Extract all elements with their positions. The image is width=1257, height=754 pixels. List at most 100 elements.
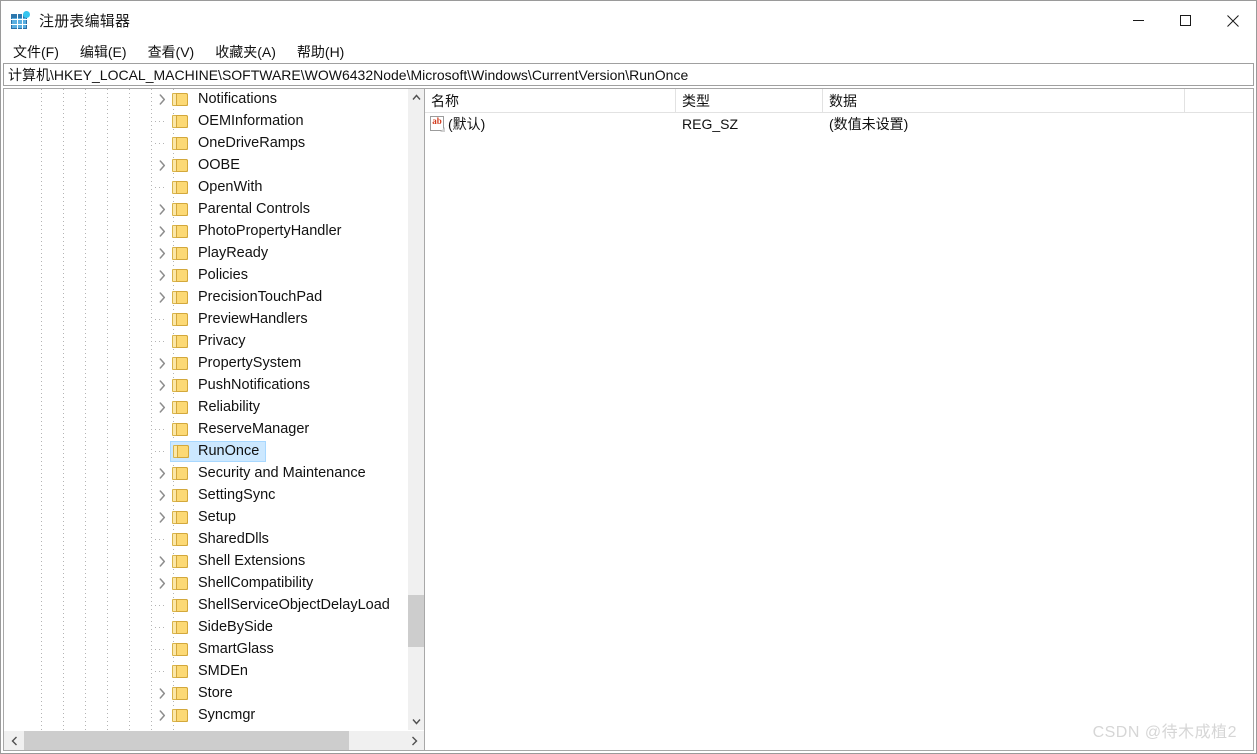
menu-favorites[interactable]: 收藏夹(A) (212, 40, 284, 64)
chevron-right-icon[interactable] (154, 465, 170, 481)
tree-item-runonce[interactable]: RunOnce (154, 440, 267, 462)
tree-item-security-and-maintenance[interactable]: Security and Maintenance (154, 462, 369, 484)
menu-view[interactable]: 查看(V) (145, 40, 203, 64)
chevron-right-icon[interactable] (154, 91, 170, 107)
tree-item-label: Reliability (198, 399, 261, 415)
tree-item-settingsync[interactable]: SettingSync (154, 484, 278, 506)
tree-item-label: Privacy (198, 333, 246, 349)
tree-item-label: SMDEn (198, 663, 248, 679)
watermark: CSDN @待木成植2 (1092, 724, 1237, 741)
menu-file[interactable]: 文件(F) (10, 40, 67, 64)
tree-indent-guide (41, 89, 42, 730)
values-list: ab (默认) REG_SZ (数值未设置) (425, 113, 1253, 750)
chevron-right-icon[interactable] (154, 553, 170, 569)
window-title: 注册表编辑器 (39, 13, 131, 30)
menu-help[interactable]: 帮助(H) (294, 40, 352, 64)
minimize-button[interactable] (1115, 1, 1162, 40)
tree-item-previewhandlers[interactable]: PreviewHandlers (154, 308, 311, 330)
column-header-type[interactable]: 类型 (676, 89, 823, 113)
tree-item-pushnotifications[interactable]: PushNotifications (154, 374, 313, 396)
chevron-right-icon[interactable] (154, 399, 170, 415)
tree-item-privacy[interactable]: Privacy (154, 330, 249, 352)
tree-item-smden[interactable]: SMDEn (154, 660, 251, 682)
chevron-right-icon[interactable] (154, 267, 170, 283)
tree-item-shareddlls[interactable]: SharedDlls (154, 528, 272, 550)
address-bar-container: 计算机\HKEY_LOCAL_MACHINE\SOFTWARE\WOW6432N… (1, 63, 1256, 88)
folder-icon (172, 686, 189, 701)
tree-item-playready[interactable]: PlayReady (154, 242, 271, 264)
column-header-data[interactable]: 数据 (823, 89, 1185, 113)
folder-icon (172, 136, 189, 151)
folder-icon (172, 114, 189, 129)
chevron-right-icon[interactable] (154, 707, 170, 723)
tree-item-shell-extensions[interactable]: Shell Extensions (154, 550, 308, 572)
chevron-right-icon[interactable] (154, 487, 170, 503)
registry-tree-pane: Notifications OEMInformation OneDriveRamps… (3, 88, 425, 751)
tree-item-label: OpenWith (198, 179, 263, 195)
folder-icon (172, 224, 189, 239)
chevron-right-icon[interactable] (154, 245, 170, 261)
tree-connector-line (154, 443, 170, 459)
tree-item-onedriveramps[interactable]: OneDriveRamps (154, 132, 308, 154)
folder-icon (172, 378, 189, 393)
chevron-right-icon[interactable] (154, 509, 170, 525)
scroll-down-icon[interactable] (408, 713, 424, 730)
tree-vertical-scrollbar[interactable] (407, 89, 424, 730)
tree-item-store[interactable]: Store (154, 682, 236, 704)
tree-item-label: Policies (198, 267, 248, 283)
maximize-button[interactable] (1162, 1, 1209, 40)
tree-connector-line (154, 311, 170, 327)
tree-item-sidebyside[interactable]: SideBySide (154, 616, 276, 638)
tree-item-label: PropertySystem (198, 355, 302, 371)
table-row[interactable]: ab (默认) REG_SZ (数值未设置) (425, 113, 1253, 135)
chevron-right-icon[interactable] (154, 201, 170, 217)
scroll-right-icon[interactable] (404, 731, 424, 750)
tree-item-syncmgr[interactable]: Syncmgr (154, 704, 258, 726)
tree-item-reservemanager[interactable]: ReserveManager (154, 418, 312, 440)
chevron-right-icon[interactable] (154, 575, 170, 591)
tree-viewport: Notifications OEMInformation OneDriveRamps… (4, 89, 407, 730)
folder-icon (172, 356, 189, 371)
tree-item-openwith[interactable]: OpenWith (154, 176, 265, 198)
menu-edit[interactable]: 编辑(E) (77, 40, 135, 64)
tree-vscroll-track[interactable] (408, 106, 424, 713)
chevron-right-icon[interactable] (154, 685, 170, 701)
tree-connector-line (154, 421, 170, 437)
tree-horizontal-scrollbar[interactable] (4, 730, 424, 750)
tree-item-notifications[interactable]: Notifications (154, 89, 280, 110)
tree-item-parental-controls[interactable]: Parental Controls (154, 198, 313, 220)
tree-item-precisiontouchpad[interactable]: PrecisionTouchPad (154, 286, 325, 308)
chevron-right-icon[interactable] (154, 223, 170, 239)
tree-item-reliability[interactable]: Reliability (154, 396, 263, 418)
menu-bar: 文件(F) 编辑(E) 查看(V) 收藏夹(A) 帮助(H) (1, 40, 1256, 63)
registry-editor-icon (10, 10, 30, 31)
folder-icon (172, 180, 189, 195)
value-name-text: (默认) (448, 116, 486, 132)
chevron-right-icon[interactable] (154, 377, 170, 393)
tree-item-setup[interactable]: Setup (154, 506, 239, 528)
scroll-left-icon[interactable] (4, 731, 24, 750)
scroll-up-icon[interactable] (408, 89, 424, 106)
tree-hscroll-track[interactable] (24, 731, 404, 750)
tree-connector-line (154, 179, 170, 195)
tree-indent-guide (151, 89, 152, 730)
tree-item-propertysystem[interactable]: PropertySystem (154, 352, 304, 374)
title-bar: 注册表编辑器 (1, 1, 1256, 40)
address-bar[interactable]: 计算机\HKEY_LOCAL_MACHINE\SOFTWARE\WOW6432N… (3, 63, 1254, 86)
tree-hscroll-thumb[interactable] (24, 731, 349, 750)
tree-item-shellserviceobjectdelayload[interactable]: ShellServiceObjectDelayLoad (154, 594, 393, 616)
tree-item-photopropertyhandler[interactable]: PhotoPropertyHandler (154, 220, 344, 242)
close-button[interactable] (1209, 1, 1256, 40)
tree-item-shellcompatibility[interactable]: ShellCompatibility (154, 572, 316, 594)
chevron-right-icon[interactable] (154, 157, 170, 173)
column-header-name[interactable]: 名称 (425, 89, 676, 113)
tree-item-oobe[interactable]: OOBE (154, 154, 243, 176)
folder-icon (172, 620, 189, 635)
tree-vscroll-thumb[interactable] (408, 595, 424, 647)
tree-item-oeminformation[interactable]: OEMInformation (154, 110, 307, 132)
tree-item-smartglass[interactable]: SmartGlass (154, 638, 277, 660)
tree-item-label: Shell Extensions (198, 553, 306, 569)
chevron-right-icon[interactable] (154, 289, 170, 305)
chevron-right-icon[interactable] (154, 355, 170, 371)
tree-item-policies[interactable]: Policies (154, 264, 251, 286)
